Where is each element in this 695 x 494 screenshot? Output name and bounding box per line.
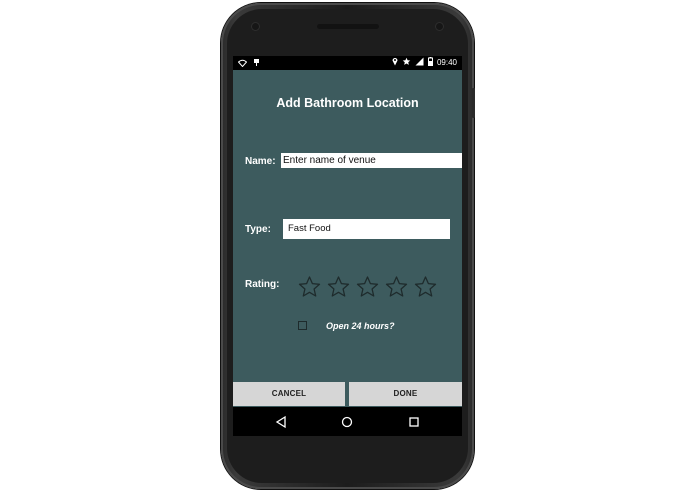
cancel-button[interactable]: CANCEL [233,382,345,406]
star-icon [402,57,411,69]
type-label: Type: [245,224,271,235]
rating-bar[interactable] [297,275,438,299]
done-button[interactable]: DONE [349,382,462,406]
type-dropdown[interactable]: Fast Food [283,219,450,239]
location-icon [392,57,398,69]
back-icon[interactable] [274,415,288,429]
status-bar: 09:40 [233,56,462,70]
stage: 09:40 Add Bathroom Location Name: Enter … [0,0,695,494]
power-button [472,88,475,118]
rating-star-icon[interactable] [413,275,438,299]
battery-icon [427,57,433,69]
recents-icon[interactable] [407,415,421,429]
android-debug-icon [253,58,260,70]
speaker-grille [317,24,379,29]
app-screen: 09:40 Add Bathroom Location Name: Enter … [233,56,462,436]
home-icon[interactable] [340,415,354,429]
rating-label: Rating: [245,279,280,290]
clock: 09:40 [436,58,457,67]
rating-star-icon[interactable] [355,275,380,299]
rating-star-icon[interactable] [384,275,409,299]
page-title: Add Bathroom Location [276,96,419,110]
wifi-icon [237,59,248,70]
signal-icon [415,57,424,69]
open-24-hours-checkbox[interactable] [298,321,307,330]
rating-star-icon[interactable] [297,275,322,299]
front-camera [435,22,444,31]
front-sensor [251,22,260,31]
name-input[interactable]: Enter name of venue [281,153,462,168]
nav-bar [233,407,462,436]
name-label: Name: [245,156,276,167]
open-24-hours-label: Open 24 hours? [326,321,395,331]
rating-star-icon[interactable] [326,275,351,299]
